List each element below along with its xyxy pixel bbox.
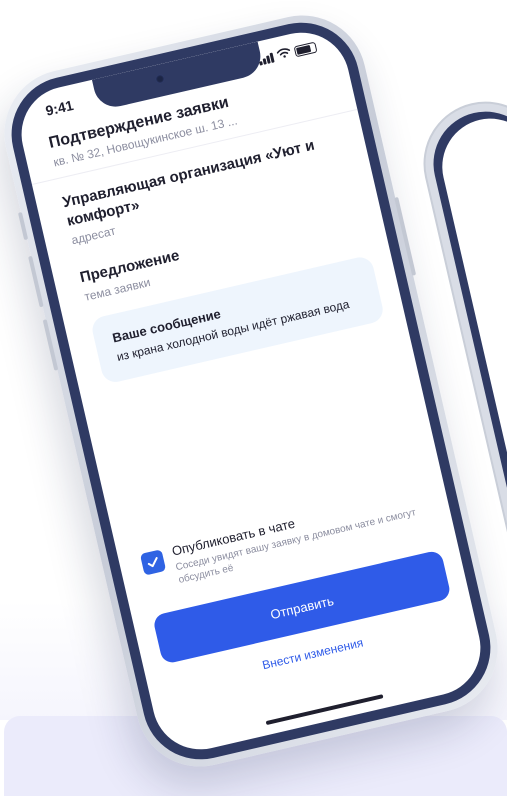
battery-icon: [293, 41, 318, 58]
wifi-icon: [276, 47, 292, 62]
publish-checkbox[interactable]: [139, 549, 167, 576]
check-icon: [147, 557, 158, 568]
request-details: Управляющая организация «Уют и комфорт» …: [61, 129, 386, 385]
signal-icon: [258, 52, 275, 66]
camera-icon: [154, 73, 166, 85]
status-time: 9:41: [43, 96, 75, 119]
status-icons: [257, 41, 318, 66]
